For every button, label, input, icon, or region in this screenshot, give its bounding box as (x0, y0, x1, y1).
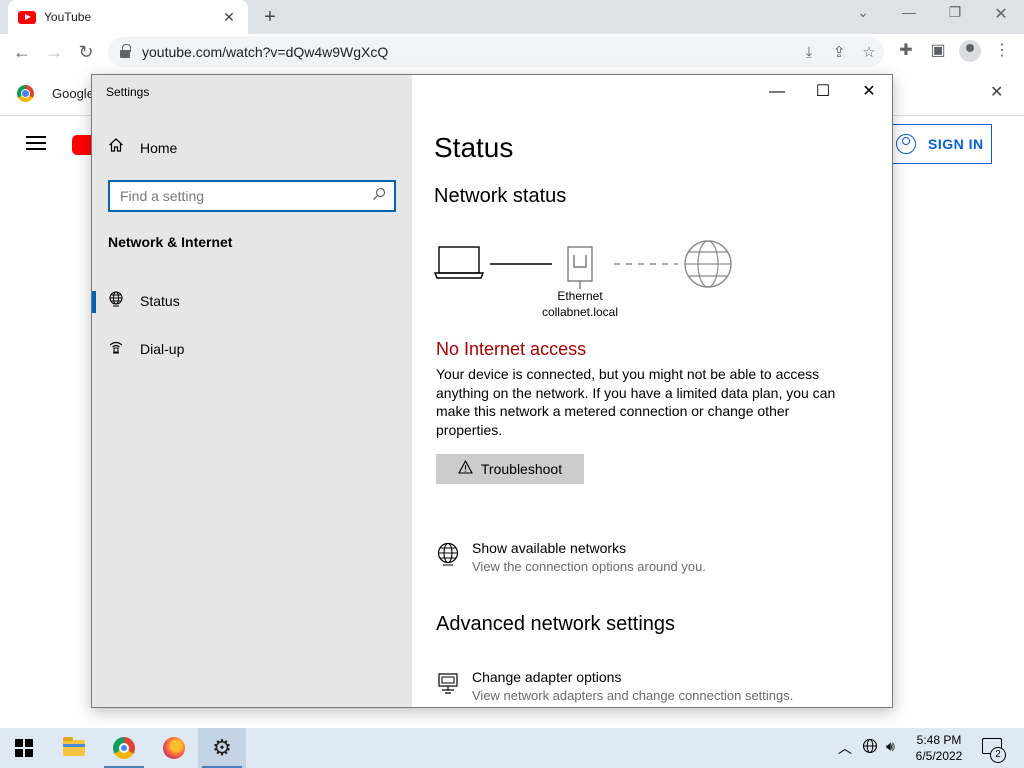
sign-in-button[interactable]: SIGN IN (887, 124, 992, 164)
maximize-button[interactable]: ☐ (800, 81, 846, 103)
settings-content: — ☐ ✕ Status Network status Ethernet col… (412, 75, 892, 707)
youtube-favicon-icon (18, 10, 36, 24)
windows-icon (15, 739, 33, 757)
forward-icon[interactable]: → (42, 40, 66, 64)
change-adapter-options-link[interactable]: Change adapter options View network adap… (436, 669, 793, 703)
url-text[interactable]: youtube.com/watch?v=dQw4w9WgXcQ (142, 44, 794, 60)
extensions-icon[interactable]: ✚ (893, 40, 919, 60)
back-icon[interactable]: ← (10, 40, 34, 64)
account-icon (896, 134, 916, 154)
browser-menu-icon[interactable]: ⋮ (989, 40, 1015, 60)
avatar-icon (959, 40, 981, 62)
connection-error-text: Your device is connected, but you might … (436, 366, 836, 438)
gear-icon: ⚙ (212, 735, 232, 760)
bookmark-star-icon[interactable]: ☆ (854, 43, 884, 61)
show-networks-title: Show available networks (472, 540, 627, 556)
tab-close-icon[interactable]: ✕ (220, 9, 238, 26)
tab-title: YouTube (44, 10, 92, 24)
notification-count-badge: 2 (990, 747, 1006, 763)
internet-globe-icon (684, 240, 732, 288)
taskbar-firefox[interactable] (150, 728, 198, 768)
adapter-options-subtitle: View network adapters and change connect… (472, 688, 794, 703)
network-status-diagram: Ethernet collabnet.local (434, 235, 754, 325)
settings-sidebar: Settings Home Find a setting Network & I… (92, 75, 412, 707)
laptop-icon (434, 246, 485, 279)
share-icon[interactable]: ⇪ (824, 43, 854, 61)
menu-icon[interactable] (26, 136, 46, 150)
nav-item-status[interactable]: Status (92, 284, 412, 318)
page-title: Status (434, 132, 514, 163)
chevron-up-icon[interactable]: ︿ (838, 738, 852, 758)
sign-in-label: SIGN IN (928, 136, 984, 152)
new-tab-button[interactable]: + (258, 5, 282, 29)
warning-icon (457, 459, 473, 479)
taskbar: ⚙ ︿ 🔊︎ 5:48 PM 6/5/2022 2 (0, 728, 1024, 768)
volume-icon[interactable]: 🔊︎ (886, 738, 895, 755)
tab-search-icon[interactable]: ⌄ (850, 4, 876, 21)
troubleshoot-button[interactable]: Troubleshoot (436, 454, 584, 484)
reload-icon[interactable]: ↻ (74, 40, 98, 64)
lock-icon[interactable] (120, 44, 131, 58)
taskbar-settings[interactable]: ⚙ (198, 728, 246, 768)
taskbar-chrome[interactable] (100, 728, 148, 768)
start-button[interactable] (0, 728, 48, 768)
search-input[interactable]: Find a setting (108, 180, 396, 212)
bookmark-google[interactable]: Google (52, 86, 94, 101)
side-panel-icon[interactable]: ▣ (925, 40, 951, 60)
advanced-settings-heading: Advanced network settings (436, 613, 676, 635)
adapter-name-label: Ethernet (557, 289, 603, 303)
firefox-icon (163, 737, 185, 759)
nav-item-label: Status (140, 293, 180, 309)
network-name-label: collabnet.local (541, 305, 619, 319)
home-nav-item[interactable]: Home (108, 137, 177, 158)
network-tray-icon[interactable] (862, 738, 878, 757)
profile-avatar[interactable] (957, 40, 983, 67)
adapter-options-title: Change adapter options (472, 669, 622, 685)
window-title: Settings (106, 85, 150, 99)
network-status-heading: Network status (434, 185, 567, 207)
troubleshoot-label: Troubleshoot (480, 461, 563, 477)
nav-item-dial-up[interactable]: Dial-up (92, 332, 412, 366)
search-placeholder: Find a setting (120, 188, 205, 204)
taskbar-file-explorer[interactable] (50, 728, 98, 768)
show-networks-subtitle: View the connection options around you. (472, 559, 706, 574)
show-available-networks-link[interactable]: Show available networks View the connect… (436, 540, 706, 574)
dialup-icon (108, 339, 126, 360)
nav-item-label: Dial-up (140, 341, 185, 357)
connection-error-title: No Internet access (436, 339, 587, 359)
clock-time: 5:48 PM (916, 733, 962, 747)
chrome-icon (17, 85, 34, 102)
browser-tab-strip: YouTube ✕ + ⌄ — ❐ ✕ (0, 0, 1024, 34)
close-button[interactable]: ✕ (846, 81, 892, 103)
close-icon[interactable]: ✕ (990, 82, 1003, 102)
browser-restore-button[interactable]: ❐ (942, 4, 968, 21)
search-icon[interactable] (372, 187, 386, 206)
home-label: Home (140, 139, 178, 156)
folder-icon (63, 737, 85, 756)
browser-close-button[interactable]: ✕ (988, 4, 1014, 24)
browser-toolbar: ← → ↻ youtube.com/watch?v=dQw4w9WgXcQ ⤓ … (0, 34, 1024, 70)
home-icon (108, 137, 126, 158)
clock-date: 6/5/2022 (915, 749, 963, 763)
ethernet-port-icon (567, 246, 593, 289)
globe-icon (108, 290, 126, 312)
install-icon[interactable]: ⤓ (794, 44, 824, 61)
minimize-button[interactable]: — (754, 81, 800, 103)
clock[interactable]: 5:48 PM 6/5/2022 (905, 732, 973, 764)
settings-window: Settings Home Find a setting Network & I… (91, 74, 893, 708)
browser-minimize-button[interactable]: — (896, 4, 922, 20)
chrome-icon (113, 737, 135, 759)
address-bar[interactable]: youtube.com/watch?v=dQw4w9WgXcQ ⤓ ⇪ ☆ (108, 37, 884, 67)
network-globe-icon (436, 542, 460, 574)
browser-tab-youtube[interactable]: YouTube ✕ (8, 0, 248, 34)
adapter-monitor-icon (436, 671, 460, 703)
section-title: Network & Internet (108, 234, 233, 250)
